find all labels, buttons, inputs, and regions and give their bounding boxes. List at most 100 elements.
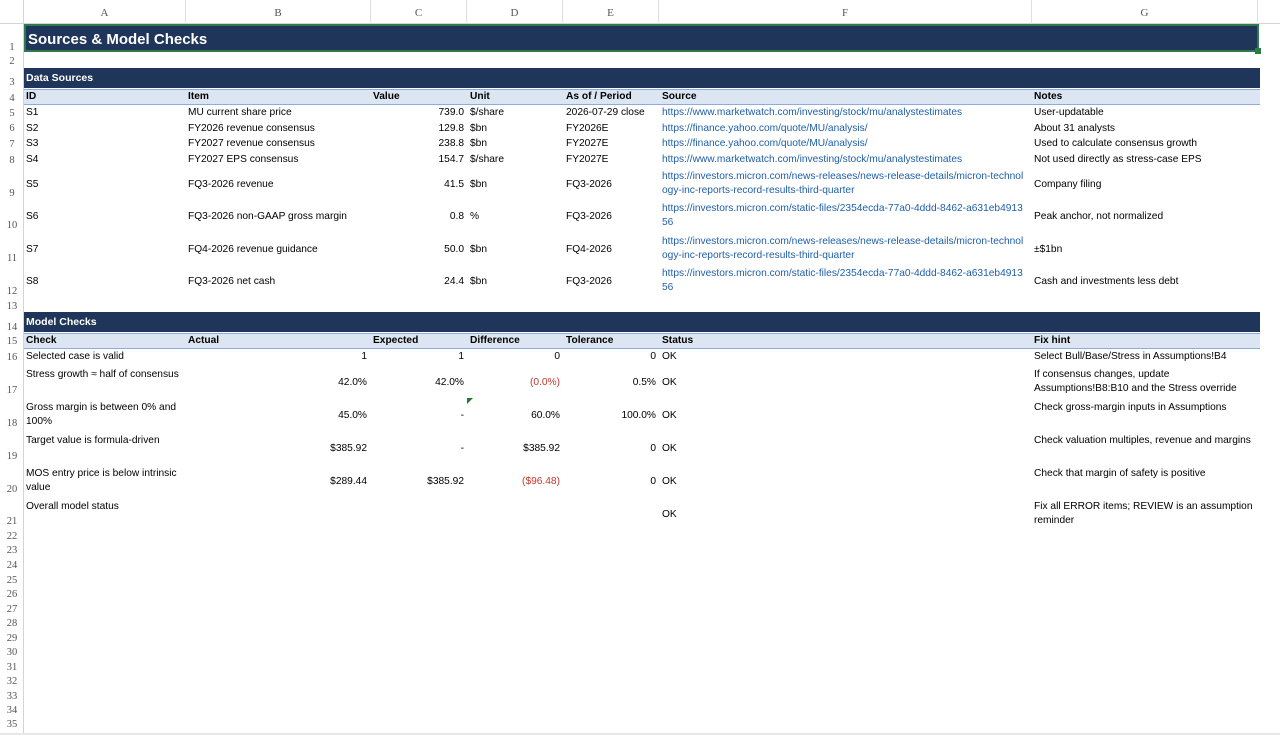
column-header-b[interactable]: B [186, 0, 371, 24]
col-expected-header: Expected [373, 335, 419, 346]
column-header-e[interactable]: E [563, 0, 659, 24]
source-link[interactable]: https://finance.yahoo.com/quote/MU/analy… [662, 137, 868, 151]
column-header-g[interactable]: G [1032, 0, 1258, 24]
source-unit-cell: $bn [470, 276, 487, 287]
select-all-corner[interactable] [0, 0, 24, 24]
source-item-cell: FQ3-2026 non-GAAP gross margin [188, 211, 347, 222]
check-actual-cell: 42.0% [338, 377, 367, 388]
source-notes-cell: User-updatable [1034, 107, 1104, 118]
col-fix-header: Fix hint [1034, 335, 1071, 346]
source-item-cell: FQ3-2026 net cash [188, 276, 276, 287]
source-link[interactable]: https://www.marketwatch.com/investing/st… [662, 153, 962, 167]
source-notes-cell: About 31 analysts [1034, 123, 1115, 134]
selection-fill-handle[interactable] [1255, 48, 1261, 54]
check-name-cell: Selected case is valid [26, 351, 124, 362]
column-header-a[interactable]: A [24, 0, 186, 24]
title-cell[interactable]: Sources & Model Checks [24, 24, 1259, 52]
source-notes-cell: Company filing [1034, 179, 1102, 190]
col-difference-header: Difference [470, 335, 520, 346]
source-id-cell: S2 [26, 123, 39, 134]
check-expected-cell: 1 [458, 351, 464, 362]
check-status-cell: OK [662, 476, 677, 487]
source-id-cell: S4 [26, 154, 39, 165]
source-unit-cell: $bn [470, 179, 487, 190]
col-item-header: Item [188, 91, 209, 102]
source-item-cell: MU current share price [188, 107, 292, 118]
source-asof-cell: FY2027E [566, 138, 609, 149]
source-asof-cell: FQ3-2026 [566, 179, 612, 190]
source-asof-cell: FQ3-2026 [566, 211, 612, 222]
col-check-header: Check [26, 335, 57, 346]
source-unit-cell: $/share [470, 154, 504, 165]
check-name-cell: Stress growth ≈ half of consensus [26, 369, 179, 380]
source-item-cell: FQ4-2026 revenue guidance [188, 244, 318, 255]
source-value-cell: 129.8 [438, 123, 465, 134]
check-expected-cell: - [460, 443, 464, 454]
check-status-cell: OK [662, 351, 677, 362]
check-tolerance-cell: 0.5% [632, 377, 656, 388]
check-status-cell: OK [662, 509, 677, 520]
check-actual-cell: $385.92 [330, 443, 367, 454]
check-actual-cell: 45.0% [338, 410, 367, 421]
source-id-cell: S3 [26, 138, 39, 149]
col-tolerance-header: Tolerance [566, 335, 614, 346]
source-item-cell: FQ3-2026 revenue [188, 179, 274, 190]
source-notes-cell: Used to calculate consensus growth [1034, 138, 1198, 149]
source-link[interactable]: https://investors.micron.com/static-file… [662, 202, 1024, 230]
check-fix-hint-cell: Fix all ERROR items; REVIEW is an assump… [1034, 501, 1253, 526]
source-unit-cell: $bn [470, 244, 487, 255]
source-value-cell: 154.7 [438, 154, 465, 165]
source-id-cell: S8 [26, 276, 39, 287]
sheet-title: Sources & Model Checks [28, 31, 208, 48]
check-difference-cell: ($96.48) [522, 476, 560, 487]
column-header-d[interactable]: D [467, 0, 563, 24]
source-link[interactable]: https://investors.micron.com/news-releas… [662, 235, 1024, 263]
source-asof-cell: FQ4-2026 [566, 244, 612, 255]
check-expected-cell: $385.92 [427, 476, 464, 487]
spreadsheet-grid: Sources & Model Checks Data Sources ID I… [24, 24, 1280, 735]
check-name-cell: Overall model status [26, 501, 119, 512]
source-unit-cell: $bn [470, 138, 487, 149]
column-header-f[interactable]: F [659, 0, 1032, 24]
source-unit-cell: % [470, 211, 480, 222]
check-difference-cell: 0 [554, 351, 560, 362]
source-notes-cell: Peak anchor, not normalized [1034, 211, 1164, 222]
source-link[interactable]: https://www.marketwatch.com/investing/st… [662, 106, 962, 120]
source-unit-cell: $bn [470, 123, 487, 134]
check-fix-hint-cell: Check that margin of safety is positive [1034, 468, 1206, 479]
col-status-header: Status [662, 335, 694, 346]
col-asof-header: As of / Period [566, 91, 632, 102]
check-status-cell: OK [662, 443, 677, 454]
check-name-cell: MOS entry price is below intrinsic value [26, 468, 177, 493]
model-checks-section-header: Model Checks [24, 312, 1260, 332]
check-tolerance-cell: 100.0% [621, 410, 656, 421]
source-asof-cell: FY2027E [566, 154, 609, 165]
col-unit-header: Unit [470, 91, 490, 102]
section-title: Data Sources [26, 72, 94, 84]
check-tolerance-cell: 0 [650, 443, 656, 454]
column-header-c[interactable]: C [371, 0, 467, 24]
check-status-cell: OK [662, 410, 677, 421]
source-link[interactable]: https://investors.micron.com/news-releas… [662, 170, 1024, 198]
source-notes-cell: Not used directly as stress-case EPS [1034, 154, 1202, 165]
source-notes-cell: Cash and investments less debt [1034, 276, 1179, 287]
check-tolerance-cell: 0 [650, 476, 656, 487]
check-name-cell: Gross margin is between 0% and 100% [26, 402, 177, 427]
check-difference-cell: $385.92 [523, 443, 560, 454]
source-asof-cell: 2026-07-29 close [566, 107, 645, 118]
check-name-cell: Target value is formula-driven [26, 435, 160, 446]
source-link[interactable]: https://investors.micron.com/static-file… [662, 267, 1024, 295]
source-value-cell: 238.8 [438, 138, 465, 149]
check-actual-cell: $289.44 [330, 476, 367, 487]
source-link[interactable]: https://finance.yahoo.com/quote/MU/analy… [662, 122, 868, 136]
check-fix-hint-cell: Select Bull/Base/Stress in Assumptions!B… [1034, 351, 1227, 362]
column-header-bar: A B C D E F G [0, 0, 1280, 24]
col-value-header: Value [373, 91, 400, 102]
check-actual-cell: 1 [361, 351, 367, 362]
check-difference-cell: (0.0%) [529, 377, 560, 388]
comment-indicator-icon[interactable] [467, 398, 473, 404]
source-item-cell: FY2027 revenue consensus [188, 138, 315, 149]
col-actual-header: Actual [188, 335, 220, 346]
check-expected-cell: 42.0% [435, 377, 464, 388]
check-difference-cell: 60.0% [531, 410, 560, 421]
